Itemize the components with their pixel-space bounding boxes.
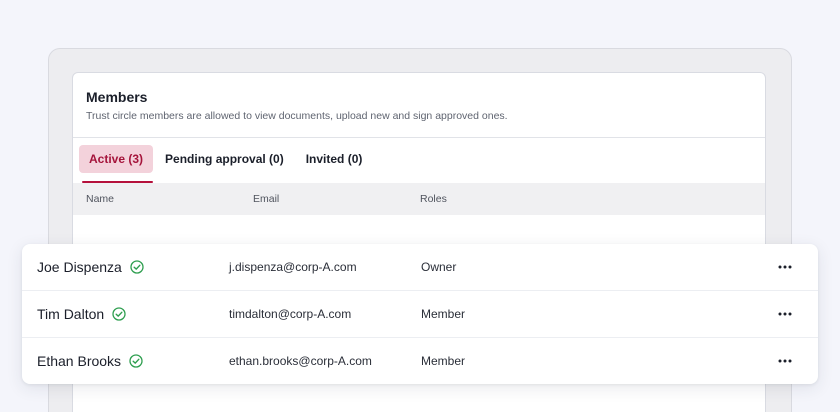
table-row[interactable]: Joe Dispenza j.dispenza@corp-A.com Owner bbox=[22, 244, 818, 291]
table-header: Name Email Roles bbox=[73, 183, 765, 215]
member-role: Member bbox=[421, 354, 466, 368]
member-role: Owner bbox=[421, 260, 457, 274]
member-name-cell: Joe Dispenza bbox=[37, 244, 144, 290]
verified-check-icon bbox=[129, 354, 143, 368]
page-stage: Members Trust circle members are allowed… bbox=[0, 0, 840, 412]
column-header-roles: Roles bbox=[420, 193, 447, 205]
member-name-cell: Ethan Brooks bbox=[37, 338, 143, 384]
verified-check-icon bbox=[112, 307, 126, 321]
more-horizontal-icon[interactable] bbox=[778, 338, 792, 384]
panel-header: Members Trust circle members are allowed… bbox=[73, 73, 765, 138]
tab-pending-approval[interactable]: Pending approval (0) bbox=[155, 145, 294, 173]
member-name: Tim Dalton bbox=[37, 306, 105, 322]
table-header-bar: Name Email Roles bbox=[73, 183, 765, 215]
member-name: Joe Dispenza bbox=[37, 259, 122, 275]
members-table-body: Joe Dispenza j.dispenza@corp-A.com Owner… bbox=[22, 244, 818, 384]
member-role: Member bbox=[421, 307, 466, 321]
column-header-email: Email bbox=[253, 193, 280, 205]
tab-bar: Active (3) Pending approval (0) Invited … bbox=[73, 138, 765, 183]
table-row[interactable]: Tim Dalton timdalton@corp-A.com Member bbox=[22, 291, 818, 338]
more-horizontal-icon[interactable] bbox=[778, 291, 792, 337]
panel-subtitle: Trust circle members are allowed to view… bbox=[86, 110, 508, 122]
tab-active[interactable]: Active (3) bbox=[79, 145, 154, 183]
member-email: ethan.brooks@corp-A.com bbox=[229, 354, 372, 368]
member-name: Ethan Brooks bbox=[37, 353, 122, 369]
verified-check-icon bbox=[130, 260, 144, 274]
panel-title: Members bbox=[86, 89, 148, 105]
column-header-name: Name bbox=[86, 193, 115, 205]
member-email: timdalton@corp-A.com bbox=[229, 307, 352, 321]
member-name-cell: Tim Dalton bbox=[37, 291, 126, 337]
tab-invited[interactable]: Invited (0) bbox=[296, 145, 373, 173]
member-email: j.dispenza@corp-A.com bbox=[229, 260, 357, 274]
table-row[interactable]: Ethan Brooks ethan.brooks@corp-A.com Mem… bbox=[22, 338, 818, 384]
more-horizontal-icon[interactable] bbox=[778, 244, 792, 290]
